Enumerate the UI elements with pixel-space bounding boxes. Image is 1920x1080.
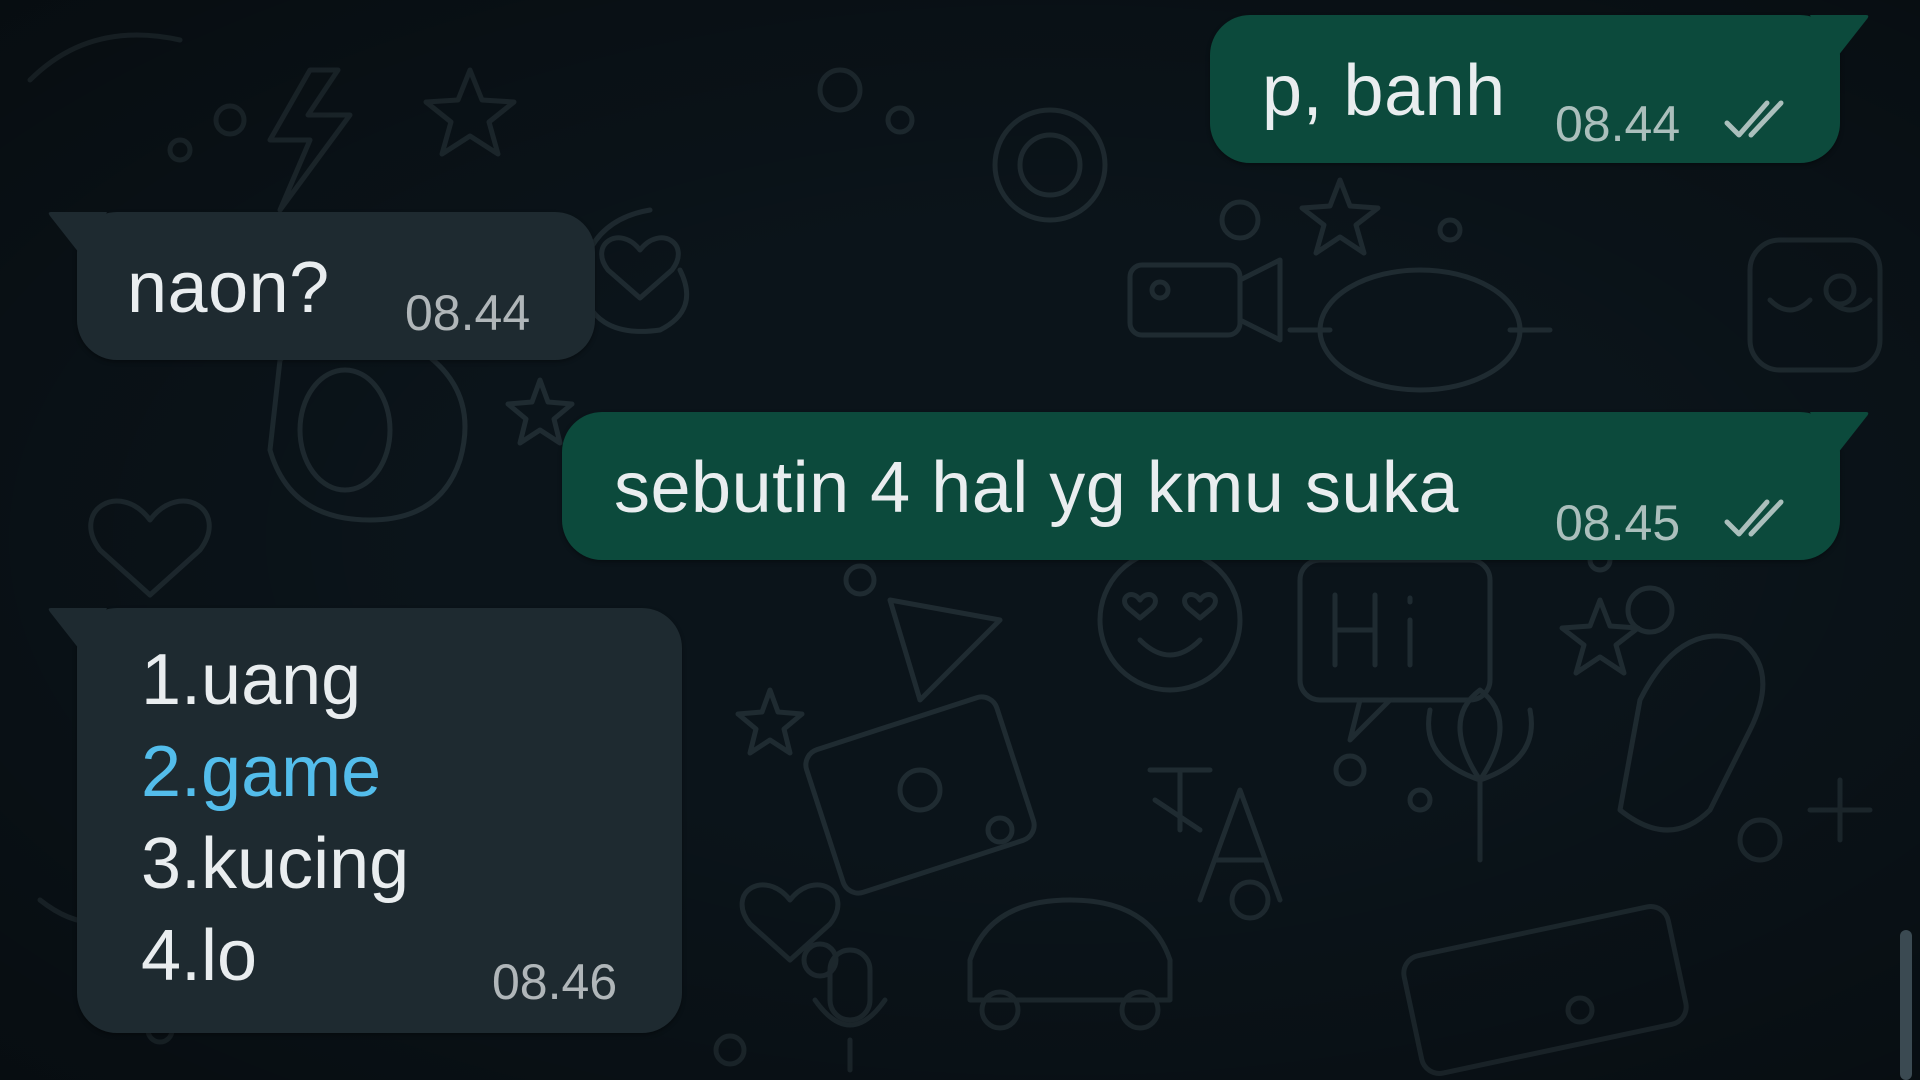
message-outgoing[interactable]: p, banh 08.44 <box>1210 15 1869 163</box>
message-text: naon? <box>127 248 330 328</box>
bubble-tail <box>1810 412 1869 458</box>
message-outgoing[interactable]: sebutin 4 hal yg kmu suka 08.45 <box>562 412 1869 560</box>
double-check-icon <box>1724 499 1784 537</box>
message-incoming[interactable]: naon? 08.44 <box>48 212 595 360</box>
bubble-tail <box>48 608 107 654</box>
message-text: p, banh <box>1262 51 1506 131</box>
list-item: 1.uang <box>141 640 362 720</box>
message-incoming[interactable]: 1.uang 2.game 3.kucing 4.lo 08.46 <box>48 608 682 1033</box>
scrollbar-thumb[interactable] <box>1900 930 1912 1080</box>
double-check-icon <box>1724 100 1784 138</box>
message-timestamp: 08.44 <box>1555 96 1681 152</box>
message-text: sebutin 4 hal yg kmu suka <box>614 448 1459 528</box>
list-item-link[interactable]: 2.game <box>141 736 381 808</box>
bubble-tail <box>48 212 107 258</box>
bubble-tail <box>1810 15 1869 61</box>
message-timestamp: 08.44 <box>405 285 531 341</box>
list-item: 4.lo <box>141 916 258 996</box>
message-timestamp: 08.46 <box>492 954 618 1010</box>
message-timestamp: 08.45 <box>1555 495 1681 551</box>
list-item: 3.kucing <box>141 824 410 904</box>
